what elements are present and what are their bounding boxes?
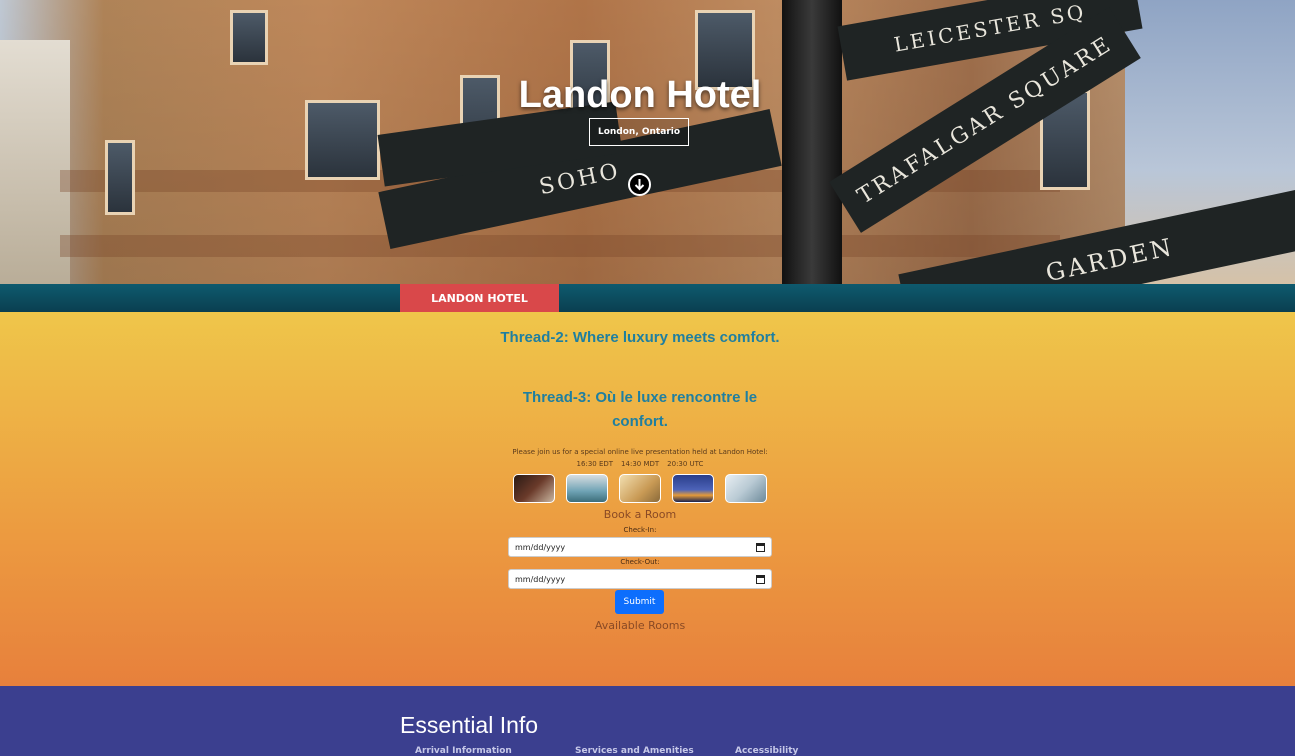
checkout-placeholder: mm/dd/yyyy bbox=[515, 574, 566, 584]
checkin-placeholder: mm/dd/yyyy bbox=[515, 542, 566, 552]
hero-location: London, Ontario bbox=[589, 118, 689, 146]
signpost-pole bbox=[782, 0, 842, 284]
time-mdt: 14:30 MDT bbox=[621, 460, 660, 468]
footer-link-services[interactable]: Services and Amenities bbox=[575, 746, 694, 756]
essential-info-heading: Essential Info bbox=[400, 712, 539, 738]
footer-link-arrival[interactable]: Arrival Information bbox=[415, 746, 512, 756]
nav-tab-landon-hotel[interactable]: LANDON HOTEL bbox=[400, 284, 559, 312]
book-room-heading: Book a Room bbox=[603, 508, 677, 521]
hero-window bbox=[230, 10, 268, 65]
tagline-french: Thread-3: Où le luxe rencontre le confor… bbox=[522, 389, 758, 430]
photo-gallery bbox=[513, 474, 767, 503]
calendar-icon[interactable] bbox=[756, 574, 765, 584]
gallery-thumb-skyline[interactable] bbox=[672, 474, 714, 503]
footer-link-accessibility[interactable]: Accessibility bbox=[735, 746, 798, 756]
checkin-label: Check-In: bbox=[623, 526, 657, 534]
checkin-date-input[interactable]: mm/dd/yyyy bbox=[508, 537, 772, 557]
gallery-thumb-dining[interactable] bbox=[619, 474, 661, 503]
tagline-english: Thread-2: Where luxury meets comfort. bbox=[500, 329, 780, 346]
submit-button[interactable]: Submit bbox=[615, 590, 664, 614]
checkout-label: Check-Out: bbox=[620, 558, 660, 566]
available-rooms-heading: Available Rooms bbox=[594, 619, 686, 632]
hero-title: Landon Hotel bbox=[518, 74, 762, 116]
time-edt: 16:30 EDT bbox=[576, 460, 614, 468]
gallery-thumb-pool[interactable] bbox=[566, 474, 608, 503]
gallery-thumb-lobby[interactable] bbox=[513, 474, 555, 503]
presentation-times: 16:30 EDT 14:30 MDT 20:30 UTC bbox=[480, 458, 800, 470]
time-utc: 20:30 UTC bbox=[667, 460, 704, 468]
presentation-note: Please join us for a special online live… bbox=[480, 446, 800, 470]
main-content: Thread-2: Where luxury meets comfort. Th… bbox=[0, 312, 1295, 686]
hero-window bbox=[105, 140, 135, 215]
presentation-text: Please join us for a special online live… bbox=[512, 448, 768, 456]
footer: Essential Info Arrival Information Servi… bbox=[0, 686, 1295, 756]
checkout-date-input[interactable]: mm/dd/yyyy bbox=[508, 569, 772, 589]
main-nav: LANDON HOTEL bbox=[0, 284, 1295, 312]
scroll-down-icon[interactable] bbox=[628, 173, 651, 196]
gallery-thumb-staff[interactable] bbox=[725, 474, 767, 503]
calendar-icon[interactable] bbox=[756, 542, 765, 552]
hero-facade-band bbox=[60, 235, 1060, 257]
hero-banner: LEICESTER SQ TRAFALGAR SQUARE SOHO GARDE… bbox=[0, 0, 1295, 284]
